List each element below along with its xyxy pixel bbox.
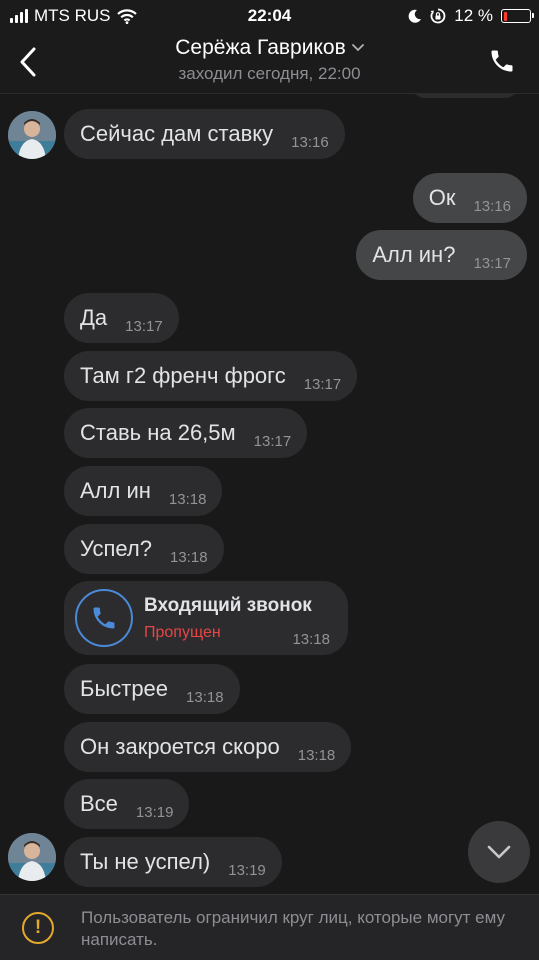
- message-time: 13:17: [473, 255, 511, 272]
- message-bubble[interactable]: Сейчас дам ставку 13:16: [64, 109, 345, 159]
- message-text: Он закроется скоро: [80, 734, 280, 759]
- call-status: Пропущен: [144, 624, 221, 641]
- message-text: Ты не успел): [80, 849, 211, 874]
- message-text: Ставь на 26,5м: [80, 420, 236, 445]
- message-time: 13:17: [253, 433, 292, 450]
- message-bubble[interactable]: Быстрее 13:18: [64, 664, 240, 714]
- message-text: Там г2 френч фрогс: [80, 363, 286, 388]
- message-text: Алл ин: [80, 478, 151, 503]
- message-bubble[interactable]: Там г2 френч фрогс 13:17: [64, 351, 358, 401]
- message-text: Успел?: [80, 536, 152, 561]
- call-back-button[interactable]: [75, 589, 133, 647]
- previous-message-edge: [411, 94, 519, 98]
- message-text: Ок: [428, 185, 456, 210]
- call-button[interactable]: [485, 44, 519, 78]
- phone-icon: [93, 607, 115, 629]
- message-text: Все: [80, 791, 118, 816]
- chat-title-button[interactable]: Серёжа Гавриков: [175, 36, 364, 60]
- title-block: Серёжа Гавриков заходил сегодня, 22:00: [0, 36, 539, 84]
- message-time: 13:17: [303, 376, 342, 393]
- message-time: 13:19: [135, 804, 174, 821]
- message-time: 13:17: [125, 318, 163, 335]
- battery-icon: [501, 9, 534, 23]
- notice-text: Пользователь ограничил круг лиц, которые…: [81, 908, 506, 949]
- message-bubble[interactable]: Ставь на 26,5м 13:17: [64, 408, 308, 458]
- status-right: 12 %: [408, 6, 534, 26]
- message-text: Быстрее: [80, 676, 169, 701]
- chevron-down-icon: [351, 44, 364, 52]
- message-bubble-outgoing[interactable]: Алл ин? 13:17: [356, 230, 527, 280]
- message-text: Алл ин?: [372, 242, 456, 267]
- message-bubble-outgoing[interactable]: Ок 13:16: [412, 173, 527, 223]
- last-seen: заходил сегодня, 22:00: [178, 64, 361, 83]
- chevron-down-icon: [487, 845, 511, 859]
- message-bubble[interactable]: Все 13:19: [64, 779, 190, 829]
- message-time: 13:18: [292, 631, 330, 648]
- battery-percent: 12 %: [454, 6, 493, 25]
- message-text: Сейчас дам ставку: [80, 121, 274, 146]
- call-title: Входящий звонок: [144, 595, 312, 616]
- message-bubble[interactable]: Ты не успел) 13:19: [64, 837, 282, 887]
- battery-level: [503, 11, 507, 21]
- chat-header: Серёжа Гавриков заходил сегодня, 22:00: [0, 32, 539, 94]
- avatar[interactable]: [8, 833, 56, 881]
- message-time: 13:18: [170, 549, 208, 566]
- avatar-photo: [8, 111, 56, 159]
- call-message[interactable]: Входящий звонок Пропущен 13:18: [64, 581, 348, 655]
- rotation-lock-icon: [430, 8, 446, 24]
- message-time: 13:16: [291, 134, 329, 151]
- restriction-notice: ! Пользователь ограничил круг лиц, котор…: [0, 894, 539, 960]
- avatar-photo: [8, 833, 56, 881]
- message-time: 13:16: [473, 198, 511, 215]
- message-list[interactable]: Сейчас дам ставку 13:16 Ок 13:16 Алл ин?…: [0, 94, 539, 894]
- message-bubble[interactable]: Да 13:17: [64, 293, 179, 343]
- status-bar: MTS RUS 22:04 12 %: [0, 0, 539, 32]
- message-bubble[interactable]: Успел? 13:18: [64, 524, 224, 574]
- phone-icon: [491, 50, 513, 72]
- message-bubble[interactable]: Алл ин 13:18: [64, 466, 223, 516]
- moon-icon: [408, 9, 422, 23]
- message-time: 13:19: [228, 862, 266, 879]
- message-time: 13:18: [168, 491, 207, 508]
- message-time: 13:18: [297, 747, 336, 764]
- message-time: 13:18: [186, 689, 224, 706]
- message-bubble[interactable]: Он закроется скоро 13:18: [64, 722, 352, 772]
- message-text: Да: [80, 305, 108, 330]
- avatar[interactable]: [8, 111, 56, 159]
- warning-icon: !: [22, 912, 54, 944]
- scroll-down-button[interactable]: [468, 821, 530, 883]
- contact-name: Серёжа Гавриков: [175, 36, 346, 59]
